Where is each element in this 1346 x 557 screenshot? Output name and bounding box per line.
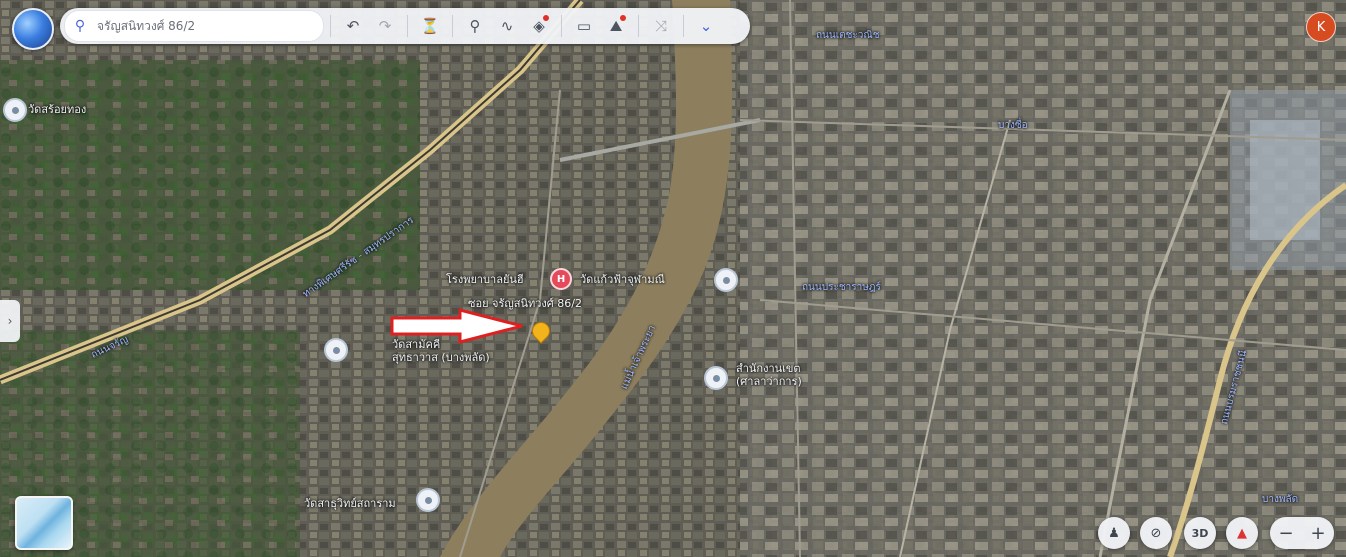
- map-label-top-road: ถนนเตชะวณิช: [816, 30, 880, 41]
- compass-icon[interactable]: ▲: [1226, 517, 1258, 549]
- add-placemark-icon[interactable]: ⚲: [459, 11, 491, 41]
- map-label-district-right: บางซื่อ: [998, 120, 1028, 131]
- location-off-icon[interactable]: ⊘: [1140, 517, 1172, 549]
- avatar[interactable]: K: [1306, 12, 1336, 42]
- zoom-control: − +: [1270, 517, 1334, 549]
- chevron-down-icon[interactable]: ⌄: [690, 11, 722, 41]
- toolbar-divider: [683, 15, 684, 37]
- toolbar-divider: [407, 15, 408, 37]
- top-toolbar: ⚲ ↶ ↷ ⏳ ⚲ ∿ ◈ ▭ ⛰ ⤨ ⌄: [60, 8, 750, 44]
- temple-poi-marker[interactable]: [324, 338, 348, 362]
- map-label-temple-east: สำนักงานเขต (ศาลาว่าการ): [736, 362, 802, 388]
- tilt-3d-button[interactable]: 3D: [1184, 517, 1216, 549]
- map-label-soi: ซอย จรัญสนิทวงศ์ 86/2: [468, 297, 582, 310]
- history-icon[interactable]: ⏳: [414, 11, 446, 41]
- hospital-marker-icon[interactable]: H: [550, 268, 572, 290]
- pegman-icon[interactable]: ♟: [1098, 517, 1130, 549]
- zoom-in-button[interactable]: +: [1304, 523, 1332, 544]
- temple-poi-marker[interactable]: [714, 268, 738, 292]
- temple-poi-marker[interactable]: [3, 98, 27, 122]
- layers-icon[interactable]: ◈: [523, 11, 555, 41]
- expand-panel-tab[interactable]: ›: [0, 300, 20, 342]
- map-label-temple-river-west: วัดแก้วฟ้าจุฬามณี: [580, 273, 665, 286]
- toolbar-divider: [452, 15, 453, 37]
- fullscreen-icon[interactable]: ⤨: [645, 11, 677, 41]
- undo-icon[interactable]: ↶: [337, 11, 369, 41]
- image-overlay-icon[interactable]: ⛰: [600, 11, 632, 41]
- map-label-east-road: ถนนประชาราษฎร์: [802, 282, 881, 293]
- toolbar-divider: [638, 15, 639, 37]
- toolbar-divider: [561, 15, 562, 37]
- satellite-map[interactable]: [0, 0, 1346, 557]
- temple-poi-marker[interactable]: [416, 488, 440, 512]
- map-label-bottom-right: บางพลัด: [1262, 494, 1299, 505]
- zoom-out-button[interactable]: −: [1272, 523, 1300, 544]
- map-label-temple-left: วัดสามัคคี สุทธาวาส (บางพลัด): [392, 338, 490, 364]
- redo-icon[interactable]: ↷: [369, 11, 401, 41]
- search-icon[interactable]: ⚲: [65, 18, 95, 34]
- search-input[interactable]: [95, 18, 314, 34]
- map-label-temple-bottom: วัดสาธุวิทย์สถาราม: [304, 497, 396, 510]
- search-box: ⚲: [64, 10, 324, 42]
- draw-path-icon[interactable]: ∿: [491, 11, 523, 41]
- map-style-thumbnail[interactable]: [15, 496, 73, 550]
- toolbar-divider: [330, 15, 331, 37]
- map-label-hospital: โรงพยาบาลยันฮี: [446, 273, 524, 286]
- measure-ruler-icon[interactable]: ▭: [568, 11, 600, 41]
- map-label-temple-top-left: วัดสร้อยทอง: [28, 103, 87, 116]
- temple-poi-marker[interactable]: [704, 366, 728, 390]
- globe-button[interactable]: [12, 8, 54, 50]
